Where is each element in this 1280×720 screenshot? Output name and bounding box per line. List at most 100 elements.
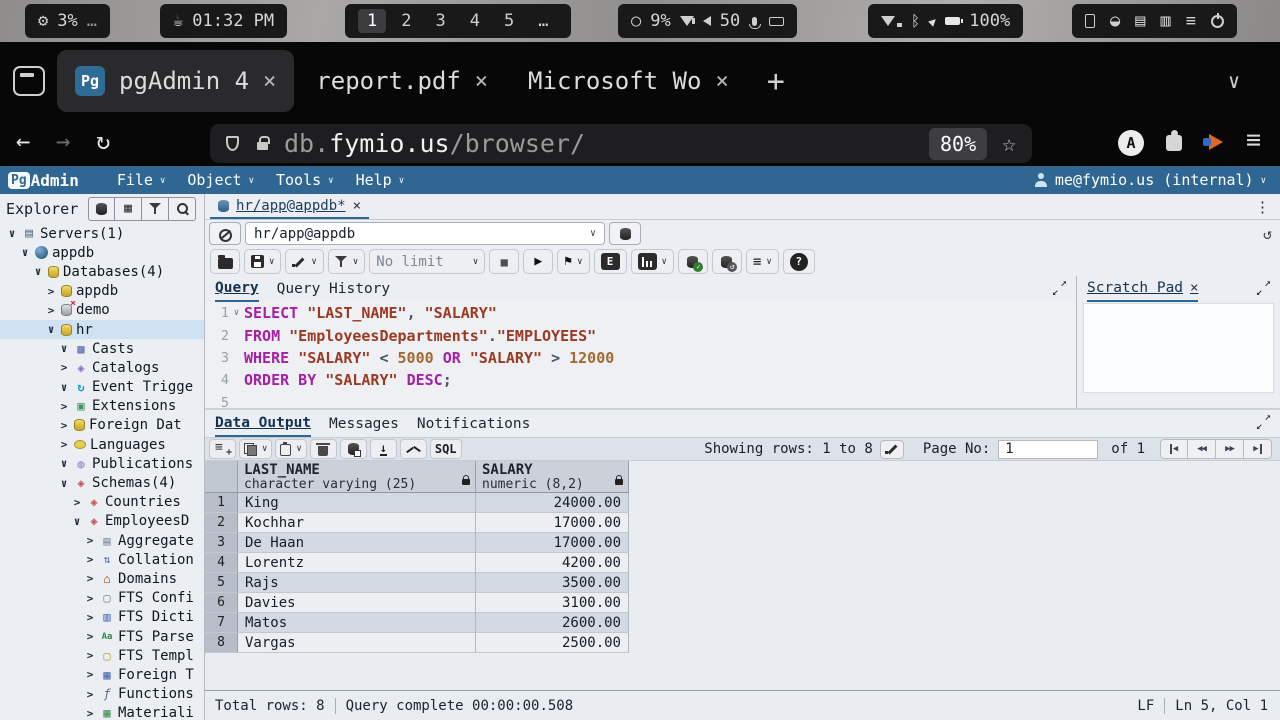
help-button[interactable] — [783, 249, 815, 274]
code-line[interactable]: 3WHERE "SALARY" < 5000 OR "SALARY" > 120… — [205, 347, 1076, 369]
limit-button[interactable]: No limit∨ — [369, 249, 485, 274]
tree-item[interactable]: ∨hr — [0, 320, 204, 339]
bookmark-star-icon[interactable]: ☆ — [1002, 131, 1016, 157]
close-scratch-pad-icon[interactable]: × — [1190, 280, 1198, 296]
reload-button[interactable]: ↻ — [96, 127, 110, 155]
object-select-button[interactable] — [88, 197, 115, 221]
last-page-button[interactable] — [1244, 439, 1272, 459]
browser-tab[interactable]: PgpgAdmin 4× — [57, 50, 294, 112]
tab-list-chevron-icon[interactable]: ∨ — [1228, 69, 1240, 93]
chevron-down-icon[interactable]: ∨ — [262, 444, 267, 454]
chevron-down-icon[interactable]: ∨ — [662, 257, 667, 267]
cursor-position[interactable]: Ln 5, Col 1 — [1175, 698, 1268, 714]
menu-object[interactable]: Object∨ — [187, 171, 254, 189]
row-number[interactable]: 4 — [205, 553, 238, 573]
scratch-pad-tab[interactable]: Scratch Pad × — [1087, 276, 1198, 302]
shield-icon[interactable] — [226, 136, 239, 151]
user-menu[interactable]: me@fymio.us (internal) ∨ — [1034, 171, 1266, 189]
save-button[interactable]: ∨ — [244, 249, 281, 274]
workspace-button[interactable]: 5 — [495, 9, 523, 33]
tree-expander-icon[interactable]: > — [58, 438, 70, 451]
sql-button[interactable]: SQL — [430, 439, 462, 459]
properties-grid-button[interactable] — [115, 197, 142, 221]
tree-item[interactable]: >Foreign T — [0, 665, 204, 684]
row-number[interactable]: 7 — [205, 613, 238, 633]
address-bar[interactable]: db.fymio.us/browser/ 80% ☆ — [210, 124, 1032, 163]
workspace-button[interactable]: 4 — [461, 9, 489, 33]
tree-item[interactable]: >demo — [0, 301, 204, 320]
workspace-button[interactable]: 3 — [427, 9, 455, 33]
tree-item[interactable]: >Extensions — [0, 397, 204, 416]
cell-last-name[interactable]: De Haan — [238, 533, 476, 553]
chevron-down-icon[interactable]: ∨ — [766, 257, 771, 267]
stop-button[interactable] — [489, 249, 519, 274]
browser-tab[interactable]: Microsoft Wo× — [510, 50, 747, 112]
tab-notifications[interactable]: Notifications — [417, 410, 531, 437]
workspace-button[interactable]: … — [529, 9, 557, 33]
workspace-button[interactable]: 1 — [358, 9, 386, 33]
rollback-button[interactable] — [712, 249, 742, 274]
open-file-button[interactable] — [210, 249, 240, 274]
delete-row-button[interactable] — [310, 439, 337, 459]
scratch-pad-content[interactable] — [1083, 303, 1274, 393]
tree-expander-icon[interactable]: ∨ — [58, 342, 70, 355]
tab-query-history[interactable]: Query History — [277, 276, 391, 302]
next-page-button[interactable] — [1216, 439, 1244, 459]
tab-close-icon[interactable]: × — [475, 69, 488, 94]
expand-output-icon[interactable] — [1256, 414, 1271, 429]
back-button[interactable]: ← — [16, 127, 30, 155]
tree-item[interactable]: >Foreign Dat — [0, 416, 204, 435]
save-data-button[interactable] — [340, 439, 367, 459]
tab-query[interactable]: Query — [215, 276, 259, 302]
tree-expander-icon[interactable]: > — [58, 361, 70, 374]
tab-data-output[interactable]: Data Output — [215, 410, 311, 437]
tree-item[interactable]: ∨Databases(4) — [0, 262, 204, 281]
tree-expander-icon[interactable]: > — [84, 553, 96, 566]
chevron-down-icon[interactable]: ∨ — [311, 257, 316, 267]
tree-expander-icon[interactable]: > — [45, 304, 57, 317]
cell-salary[interactable]: 4200.00 — [476, 553, 629, 573]
row-number[interactable]: 5 — [205, 573, 238, 593]
cell-last-name[interactable]: Vargas — [238, 633, 476, 653]
code-line[interactable]: 5 — [205, 392, 1076, 408]
tree-expander-icon[interactable]: > — [58, 419, 70, 432]
close-tab-icon[interactable]: × — [353, 198, 361, 214]
tree-expander-icon[interactable]: > — [84, 649, 96, 662]
execute-options-button[interactable]: ∨ — [557, 249, 589, 274]
macros-button[interactable]: ∨ — [746, 249, 779, 274]
forward-button[interactable]: → — [56, 127, 70, 155]
tab-messages[interactable]: Messages — [329, 410, 399, 437]
chevron-down-icon[interactable]: ∨ — [577, 257, 582, 267]
zoom-badge[interactable]: 80% — [929, 128, 987, 160]
execute-button[interactable] — [523, 249, 553, 274]
tree-item[interactable]: ∨Casts — [0, 339, 204, 358]
edit-button[interactable]: ∨ — [285, 249, 323, 274]
tree-item[interactable]: >FTS Parse — [0, 627, 204, 646]
tree-expander-icon[interactable]: > — [84, 707, 96, 720]
extensions-icon[interactable] — [1166, 135, 1182, 151]
tree-expander-icon[interactable]: ∨ — [45, 323, 57, 336]
cell-salary[interactable]: 3100.00 — [476, 593, 629, 613]
account-icon[interactable]: A — [1118, 130, 1144, 156]
row-number[interactable]: 8 — [205, 633, 238, 653]
sql-editor[interactable]: 1∨SELECT "LAST_NAME", "SALARY"2FROM "Emp… — [205, 302, 1076, 408]
menu-help[interactable]: Help∨ — [356, 171, 405, 189]
clock-indicator[interactable]: ☕ 01:32 PM — [160, 4, 287, 38]
tree-item[interactable]: ∨Servers(1) — [0, 224, 204, 243]
cell-salary[interactable]: 24000.00 — [476, 493, 629, 513]
eol-indicator[interactable]: LF — [1137, 698, 1154, 714]
tree-expander-icon[interactable]: ∨ — [58, 457, 70, 470]
tree-expander-icon[interactable]: ∨ — [19, 246, 31, 259]
tree-item[interactable]: >Domains — [0, 569, 204, 588]
tree-item[interactable]: >FTS Templ — [0, 646, 204, 665]
browser-menu-icon[interactable]: ≡ — [1246, 125, 1261, 154]
prev-page-button[interactable] — [1188, 439, 1216, 459]
tree-item[interactable]: >appdb — [0, 282, 204, 301]
tree-item[interactable]: >Languages — [0, 435, 204, 454]
tree-expander-icon[interactable]: ∨ — [58, 477, 70, 490]
column-header-last-name[interactable]: LAST_NAME character varying (25) — [238, 461, 476, 493]
cell-salary[interactable]: 2500.00 — [476, 633, 629, 653]
add-row-button[interactable] — [209, 439, 236, 459]
row-number[interactable]: 6 — [205, 593, 238, 613]
connection-status-button[interactable] — [209, 222, 241, 245]
